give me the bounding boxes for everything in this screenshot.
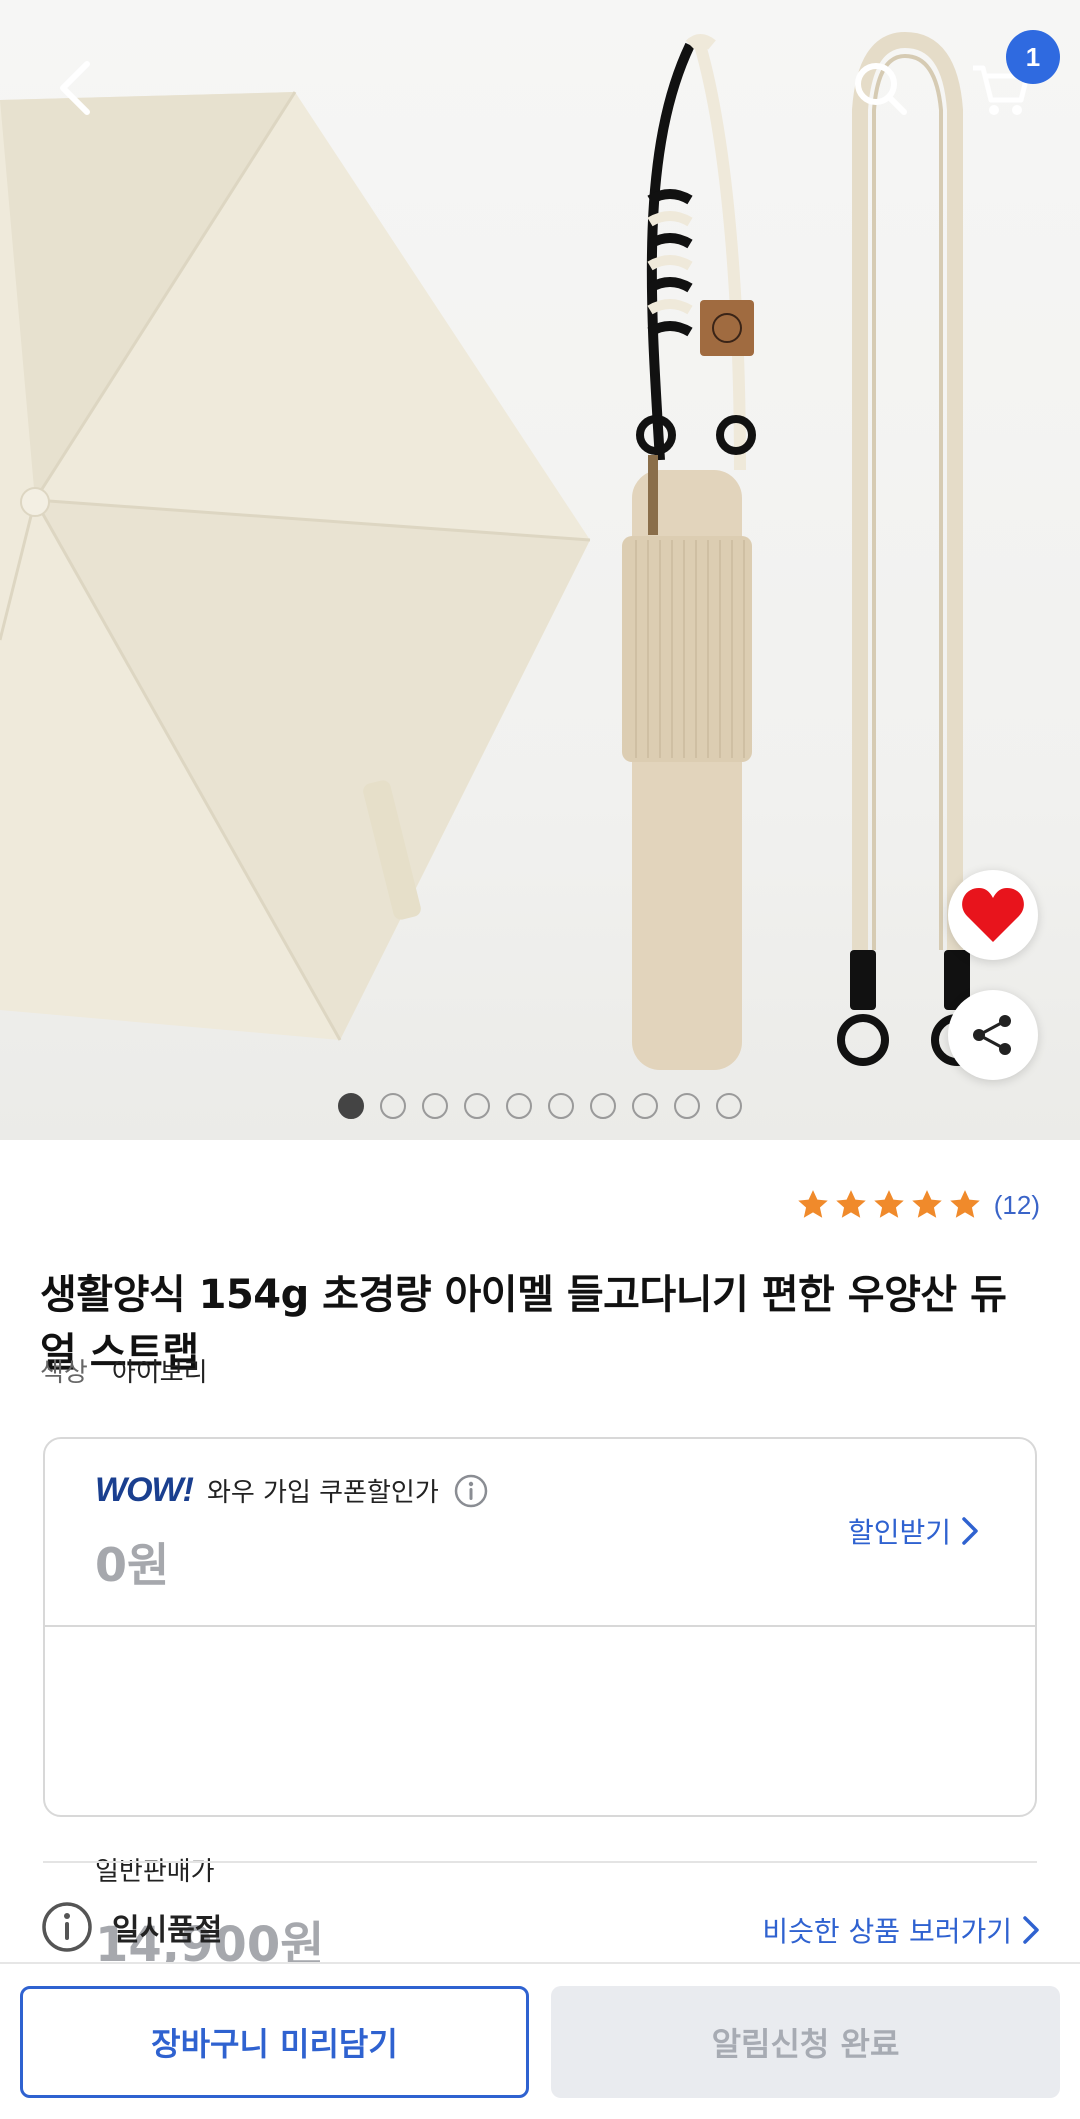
pagination-dot[interactable] <box>632 1093 658 1119</box>
star-icon <box>798 1190 828 1218</box>
pagination-dot[interactable] <box>548 1093 574 1119</box>
section-divider <box>43 1861 1037 1863</box>
chevron-right-icon <box>1023 1916 1039 1944</box>
normal-price-label: 일반판매가 <box>95 1857 215 1887</box>
stock-status: 일시품절 <box>40 1900 222 1954</box>
notify-request-done-button[interactable]: 알림신청 완료 <box>551 1986 1060 2098</box>
similar-products-label: 비슷한 상품 보러가기 <box>762 1915 1012 1948</box>
review-count[interactable]: (12) <box>994 1190 1040 1221</box>
wow-coupon-label: 와우 가입 쿠폰할인가 <box>206 1478 439 1508</box>
search-icon <box>855 63 907 115</box>
get-discount-label: 할인받기 <box>847 1516 951 1549</box>
info-icon[interactable] <box>453 1473 489 1509</box>
star-icon <box>950 1190 980 1218</box>
star-icon <box>912 1190 942 1218</box>
product-photo <box>0 31 983 1070</box>
back-button[interactable] <box>40 48 110 128</box>
cart-count-badge: 1 <box>1006 30 1060 84</box>
share-icon <box>973 1015 1011 1055</box>
product-image-gallery[interactable]: 1 <box>0 0 1080 1140</box>
product-detail-page: 1 (12) 생활양식 154g 초경량 아이멜 들고다니기 편한 우양산 듀얼… <box>0 0 1080 2119</box>
pagination-dot[interactable] <box>464 1093 490 1119</box>
info-icon <box>42 1902 92 1952</box>
bottom-action-bar: 장바구니 미리담기 알림신청 완료 <box>0 1962 1080 2119</box>
star-icon <box>836 1190 866 1218</box>
chevron-left-icon <box>60 61 90 115</box>
stock-status-text: 일시품절 <box>112 1913 223 1948</box>
wow-coupon-header: WOW! 와우 가입 쿠폰할인가 <box>95 1471 489 1510</box>
chevron-right-icon <box>962 1517 978 1545</box>
coupon-price: 0원 <box>95 1538 170 1592</box>
gallery-pagination <box>0 1093 1080 1123</box>
price-box: WOW! 와우 가입 쿠폰할인가 0원 할인받기 일반판매가 14,900원 <box>43 1437 1037 1973</box>
search-button[interactable] <box>840 48 920 128</box>
heart-icon <box>962 888 1024 942</box>
option-label: 색상 <box>40 1358 88 1388</box>
favorite-button[interactable] <box>948 870 1038 960</box>
pagination-dot[interactable] <box>590 1093 616 1119</box>
pagination-dot[interactable] <box>506 1093 532 1119</box>
pagination-dot-active[interactable] <box>338 1093 364 1119</box>
normal-price-section: 일반판매가 14,900원 <box>45 1629 1035 1973</box>
wow-logo: WOW! <box>95 1471 194 1509</box>
coupon-price-section: WOW! 와우 가입 쿠폰할인가 0원 할인받기 <box>45 1439 1035 1627</box>
pagination-dot[interactable] <box>380 1093 406 1119</box>
get-discount-link[interactable]: 할인받기 <box>848 1511 979 1551</box>
review-rating[interactable]: (12) <box>796 1188 1040 1222</box>
option-value: 아이보리 <box>111 1358 208 1388</box>
product-option: 색상 아이보리 <box>40 1352 208 1389</box>
pagination-dot[interactable] <box>674 1093 700 1119</box>
similar-products-link[interactable]: 비슷한 상품 보러가기 <box>762 1910 1040 1950</box>
pagination-dot[interactable] <box>422 1093 448 1119</box>
pre-add-to-cart-button[interactable]: 장바구니 미리담기 <box>20 1986 529 2098</box>
pagination-dot[interactable] <box>716 1093 742 1119</box>
star-icon <box>874 1190 904 1218</box>
share-button[interactable] <box>948 990 1038 1080</box>
